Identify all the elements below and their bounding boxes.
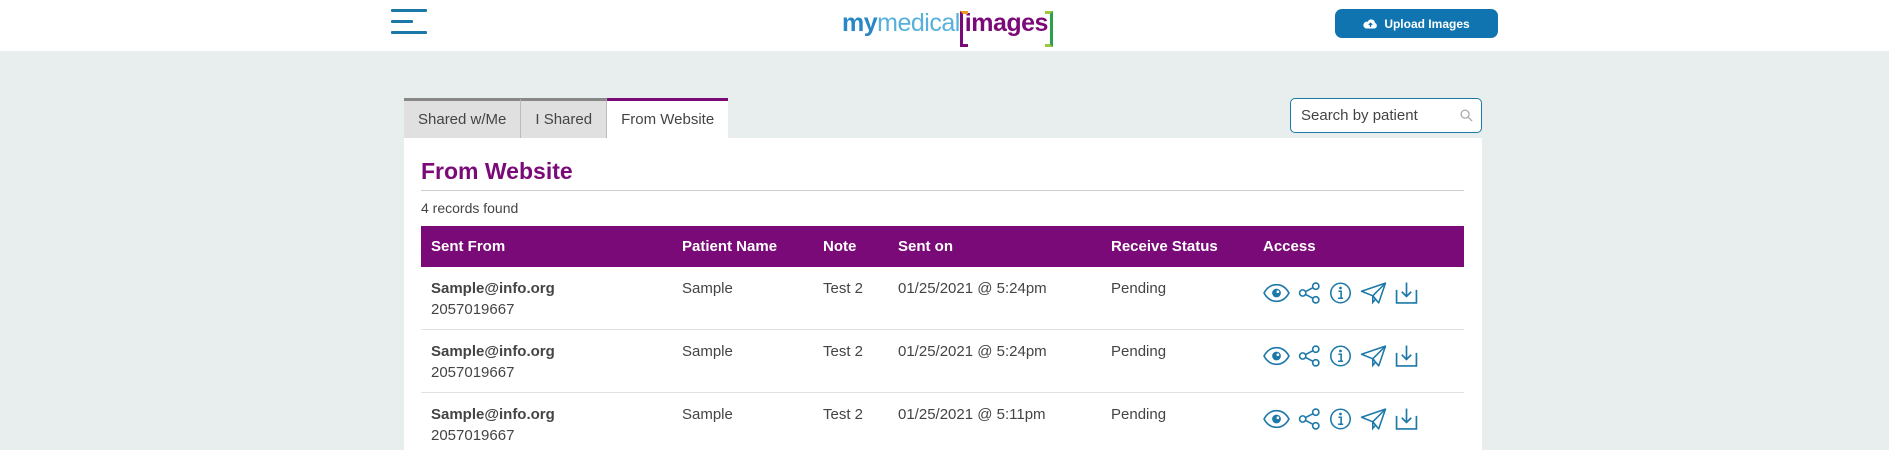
sender-phone: 2057019667 [431, 301, 515, 318]
send-icon[interactable] [1360, 407, 1387, 431]
tab-shared-with-me[interactable]: Shared w/Me [404, 98, 522, 138]
access-cell [1253, 343, 1464, 368]
sent-on-cell: 01/25/2021 @ 5:24pm [898, 343, 1047, 360]
column-header-access: Access [1263, 238, 1316, 255]
search-input[interactable] [1301, 107, 1451, 124]
info-icon[interactable] [1329, 407, 1352, 431]
send-icon[interactable] [1360, 281, 1387, 305]
upload-images-button[interactable]: Upload Images [1335, 9, 1498, 38]
sender-email: Sample@info.org [431, 343, 555, 360]
logo[interactable]: my medical images [842, 5, 1054, 47]
menu-icon[interactable] [391, 8, 427, 38]
records-table: Sent From Patient Name Note Sent on Rece… [421, 226, 1464, 450]
column-header-sent-on[interactable]: Sent on [888, 238, 1101, 255]
sender-phone: 2057019667 [431, 427, 515, 444]
access-cell [1253, 406, 1464, 431]
table-row: Sample@info.org 2057019667 Sample Test 2… [421, 393, 1464, 450]
column-header-sent-from[interactable]: Sent From [421, 238, 672, 255]
patient-name-cell: Sample [682, 406, 733, 423]
tab-from-website[interactable]: From Website [607, 98, 729, 138]
logo-images: images [959, 9, 1054, 47]
receive-status-cell: Pending [1111, 280, 1167, 297]
download-icon[interactable] [1395, 281, 1418, 305]
patient-name-cell: Sample [682, 343, 733, 360]
cloud-upload-icon [1363, 18, 1378, 28]
tab-bar: Shared w/Me I Shared From Website [404, 98, 729, 138]
sent-from-cell: Sample@info.org 2057019667 [421, 280, 672, 318]
share-icon[interactable] [1298, 407, 1321, 431]
records-panel: From Website 4 records found Sent From P… [404, 138, 1482, 450]
eye-icon[interactable] [1263, 407, 1290, 431]
patient-name-cell: Sample [682, 280, 733, 297]
sender-phone: 2057019667 [431, 364, 515, 381]
column-header-note[interactable]: Note [813, 238, 888, 255]
column-header-receive-status[interactable]: Receive Status [1101, 238, 1253, 255]
top-bar: my medical images Upload Images [0, 0, 1889, 51]
receive-status-cell: Pending [1111, 343, 1167, 360]
receive-status-cell: Pending [1111, 406, 1167, 423]
table-row: Sample@info.org 2057019667 Sample Test 2… [421, 267, 1464, 330]
send-icon[interactable] [1360, 344, 1387, 368]
record-count: 4 records found [421, 200, 519, 216]
access-cell [1253, 280, 1464, 305]
upload-images-label: Upload Images [1384, 16, 1470, 31]
note-cell: Test 2 [823, 406, 864, 423]
sent-from-cell: Sample@info.org 2057019667 [421, 343, 672, 381]
sent-on-cell: 01/25/2021 @ 5:24pm [898, 280, 1047, 297]
eye-icon[interactable] [1263, 344, 1290, 368]
sender-email: Sample@info.org [431, 406, 555, 423]
download-icon[interactable] [1395, 407, 1418, 431]
table-header: Sent From Patient Name Note Sent on Rece… [421, 226, 1464, 267]
note-cell: Test 2 [823, 280, 864, 297]
divider [421, 190, 1464, 191]
eye-icon[interactable] [1263, 281, 1290, 305]
tab-i-shared[interactable]: I Shared [521, 98, 608, 138]
table-row: Sample@info.org 2057019667 Sample Test 2… [421, 330, 1464, 393]
search-icon[interactable] [1460, 109, 1473, 122]
info-icon[interactable] [1329, 344, 1352, 368]
info-icon[interactable] [1329, 281, 1352, 305]
sender-email: Sample@info.org [431, 280, 555, 297]
logo-my: my [842, 8, 878, 37]
share-icon[interactable] [1298, 344, 1321, 368]
column-header-patient-name[interactable]: Patient Name [672, 238, 813, 255]
page-title: From Website [421, 158, 573, 184]
share-icon[interactable] [1298, 281, 1321, 305]
logo-medical: medical [877, 8, 960, 37]
note-cell: Test 2 [823, 343, 864, 360]
search-box [1290, 98, 1482, 133]
sent-from-cell: Sample@info.org 2057019667 [421, 406, 672, 444]
download-icon[interactable] [1395, 344, 1418, 368]
sent-on-cell: 01/25/2021 @ 5:11pm [898, 406, 1046, 423]
